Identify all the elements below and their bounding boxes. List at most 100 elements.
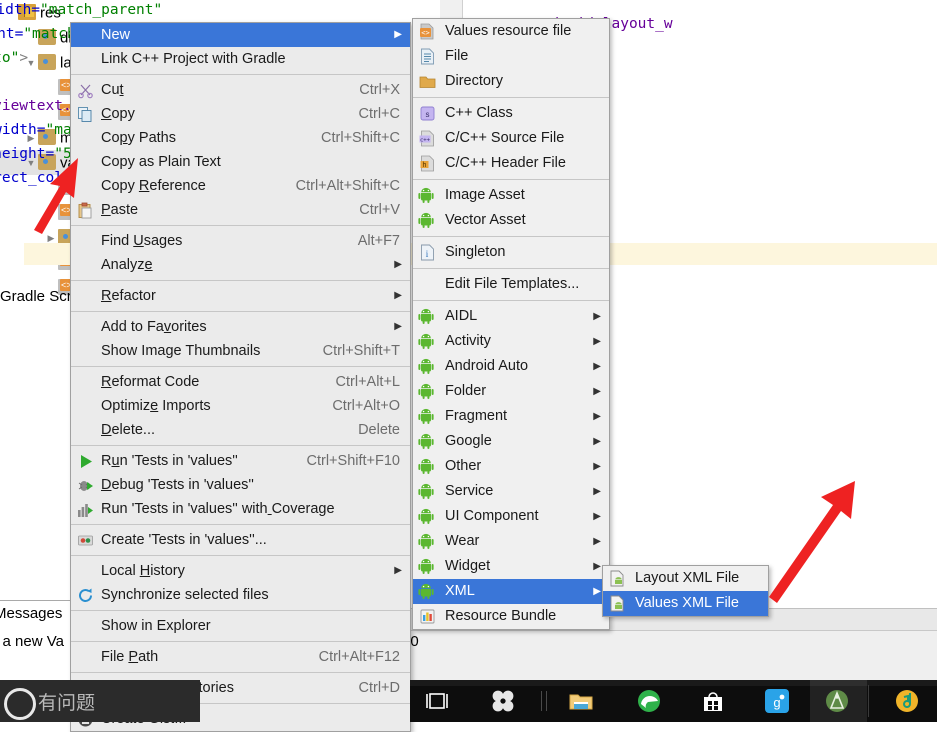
menu-item-c-c++-header-file[interactable]: h C/C++ Header File	[413, 151, 609, 176]
menu-item-wear[interactable]: Wear ▶	[413, 529, 609, 554]
menu-item-android-auto[interactable]: Android Auto ▶	[413, 354, 609, 379]
menu-item-create-tests-in-values[interactable]: Create 'Tests in 'values''...	[71, 528, 410, 552]
chevron-right-icon: ▶	[394, 29, 402, 40]
menu-item-ui-component[interactable]: UI Component ▶	[413, 504, 609, 529]
menu-item-label: UI Component	[445, 508, 539, 524]
menu-item-copy-as-plain-text[interactable]: Copy as Plain Text	[71, 150, 410, 174]
chevron-right-icon: ▶	[593, 411, 601, 422]
menu-item-show-in-explorer[interactable]: Show in Explorer	[71, 614, 410, 638]
menu-item-copy-paths[interactable]: Copy Paths Ctrl+Shift+C	[71, 126, 410, 150]
chevron-right-icon: ▶	[394, 565, 402, 576]
sync-icon	[79, 588, 92, 602]
file-explorer-icon[interactable]	[568, 688, 594, 714]
menu-item-label: Local History	[101, 563, 185, 579]
debug-icon	[78, 481, 93, 491]
menu-item-c++-class[interactable]: s C++ Class	[413, 101, 609, 126]
menu-item-singleton[interactable]: i Singleton	[413, 240, 609, 265]
menu-item-label: Copy Paths	[101, 130, 176, 146]
menu-item-file-path[interactable]: File Path Ctrl+Alt+F12	[71, 645, 410, 669]
menu-item-label: Vector Asset	[445, 212, 526, 228]
menu-item-delete[interactable]: Delete... Delete	[71, 418, 410, 442]
menu-item-label: Widget	[445, 558, 491, 574]
menu-item-activity[interactable]: Activity ▶	[413, 329, 609, 354]
edge-browser-icon[interactable]	[636, 688, 662, 714]
menu-item-service[interactable]: Service ▶	[413, 479, 609, 504]
windows-taskbar[interactable]: g	[410, 680, 937, 722]
menu-item-local-history[interactable]: Local History ▶	[71, 559, 410, 583]
menu-item-directory[interactable]: Directory	[413, 69, 609, 94]
menu-item-google[interactable]: Google ▶	[413, 429, 609, 454]
menu-item-shortcut: Ctrl+Alt+L	[335, 374, 400, 390]
android-icon	[418, 458, 434, 474]
toast-ring-icon	[4, 688, 36, 720]
xml-file-icon: <>	[420, 23, 434, 40]
menu-item-fragment[interactable]: Fragment ▶	[413, 404, 609, 429]
chevron-right-icon: ▶	[593, 386, 601, 397]
android-studio-icon[interactable]	[824, 688, 850, 714]
menu-item-new[interactable]: New ▶	[71, 23, 410, 47]
menu-item-copy[interactable]: Copy Ctrl+C	[71, 102, 410, 126]
menu-item-xml[interactable]: XML ▶	[413, 579, 609, 604]
menu-item-analyze[interactable]: Analyze ▶	[71, 253, 410, 277]
qq-icon[interactable]: g	[764, 688, 790, 714]
menu-item-label: Refactor	[101, 288, 156, 304]
menu-item-file[interactable]: File	[413, 44, 609, 69]
pinwheel-icon[interactable]	[490, 688, 516, 714]
menu-item-c-c++-source-file[interactable]: c++ C/C++ Source File	[413, 126, 609, 151]
menu-item-debug-tests-in-values[interactable]: Debug 'Tests in 'values''	[71, 473, 410, 497]
menu-item-paste[interactable]: Paste Ctrl+V	[71, 198, 410, 222]
menu-item-find-usages[interactable]: Find Usages Alt+F7	[71, 229, 410, 253]
menu-item-aidl[interactable]: AIDL ▶	[413, 304, 609, 329]
menu-item-label: XML	[445, 583, 475, 599]
create-test-icon	[78, 535, 93, 546]
folder-icon	[419, 76, 436, 88]
menu-item-label: Link C++ Project with Gradle	[101, 51, 286, 67]
menu-item-reformat-code[interactable]: Reformat Code Ctrl+Alt+L	[71, 370, 410, 394]
context-menu[interactable]: New ▶ Link C++ Project with Gradle Cut Ctrl+…	[70, 22, 411, 732]
menu-item-other[interactable]: Other ▶	[413, 454, 609, 479]
menu-item-optimize-imports[interactable]: Optimize Imports Ctrl+Alt+O	[71, 394, 410, 418]
menu-item-link-c-project-with-gradle[interactable]: Link C++ Project with Gradle	[71, 47, 410, 71]
menu-item-shortcut: Ctrl+Shift+T	[322, 343, 400, 359]
resource-bundle-icon	[420, 609, 435, 624]
menu-item-label: Folder	[445, 383, 487, 399]
menu-item-label: Show in Explorer	[101, 618, 211, 634]
music-icon[interactable]	[894, 688, 920, 714]
menu-item-show-image-thumbnails[interactable]: Show Image Thumbnails Ctrl+Shift+T	[71, 339, 410, 363]
menu-item-label: Run 'Tests in 'values'' with Coverage	[101, 501, 335, 517]
menu-separator	[71, 555, 410, 556]
menu-item-cut[interactable]: Cut Ctrl+X	[71, 78, 410, 102]
task-view-icon[interactable]	[424, 688, 450, 714]
menu-item-label: Fragment	[445, 408, 508, 424]
menu-item-shortcut: Ctrl+Alt+Shift+C	[295, 178, 400, 194]
chevron-right-icon: ▶	[394, 321, 402, 332]
menu-item-values-xml-file[interactable]: Values XML File	[603, 591, 768, 616]
menu-item-image-asset[interactable]: Image Asset	[413, 183, 609, 208]
menu-item-label: Reformat Code	[101, 374, 200, 390]
run-icon	[81, 455, 92, 468]
menu-item-add-to-favorites[interactable]: Add to Favorites ▶	[71, 315, 410, 339]
paste-icon	[78, 202, 92, 219]
menu-item-folder[interactable]: Folder ▶	[413, 379, 609, 404]
menu-item-synchronize-selected-files[interactable]: Synchronize selected files	[71, 583, 410, 607]
store-icon[interactable]	[700, 688, 726, 714]
menu-item-resource-bundle[interactable]: Resource Bundle	[413, 604, 609, 629]
menu-item-layout-xml-file[interactable]: Layout XML File	[603, 566, 768, 591]
new-submenu[interactable]: <> Values resource file File Directory s C++ …	[412, 18, 610, 630]
taskbar-separator-bars	[540, 691, 550, 711]
menu-item-run-tests-in-values-with-coverage[interactable]: Run 'Tests in 'values'' with Coverage	[71, 497, 410, 521]
menu-item-edit-file-templates[interactable]: Edit File Templates...	[413, 272, 609, 297]
xml-submenu[interactable]: Layout XML File Values XML File	[602, 565, 769, 617]
editor-status-strip: 00	[402, 630, 937, 658]
menu-item-values-resource-file[interactable]: <> Values resource file	[413, 19, 609, 44]
cpp-class-icon: s	[420, 106, 435, 121]
menu-item-label: Add to Favorites	[101, 319, 207, 335]
menu-item-label: Image Asset	[445, 187, 525, 203]
menu-item-widget[interactable]: Widget ▶	[413, 554, 609, 579]
menu-item-label: Find Usages	[101, 233, 183, 249]
menu-item-copy-reference[interactable]: Copy Reference Ctrl+Alt+Shift+C	[71, 174, 410, 198]
menu-item-vector-asset[interactable]: Vector Asset	[413, 208, 609, 233]
menu-separator	[413, 268, 609, 269]
menu-item-run-tests-in-values[interactable]: Run 'Tests in 'values'' Ctrl+Shift+F10	[71, 449, 410, 473]
menu-item-refactor[interactable]: Refactor ▶	[71, 284, 410, 308]
